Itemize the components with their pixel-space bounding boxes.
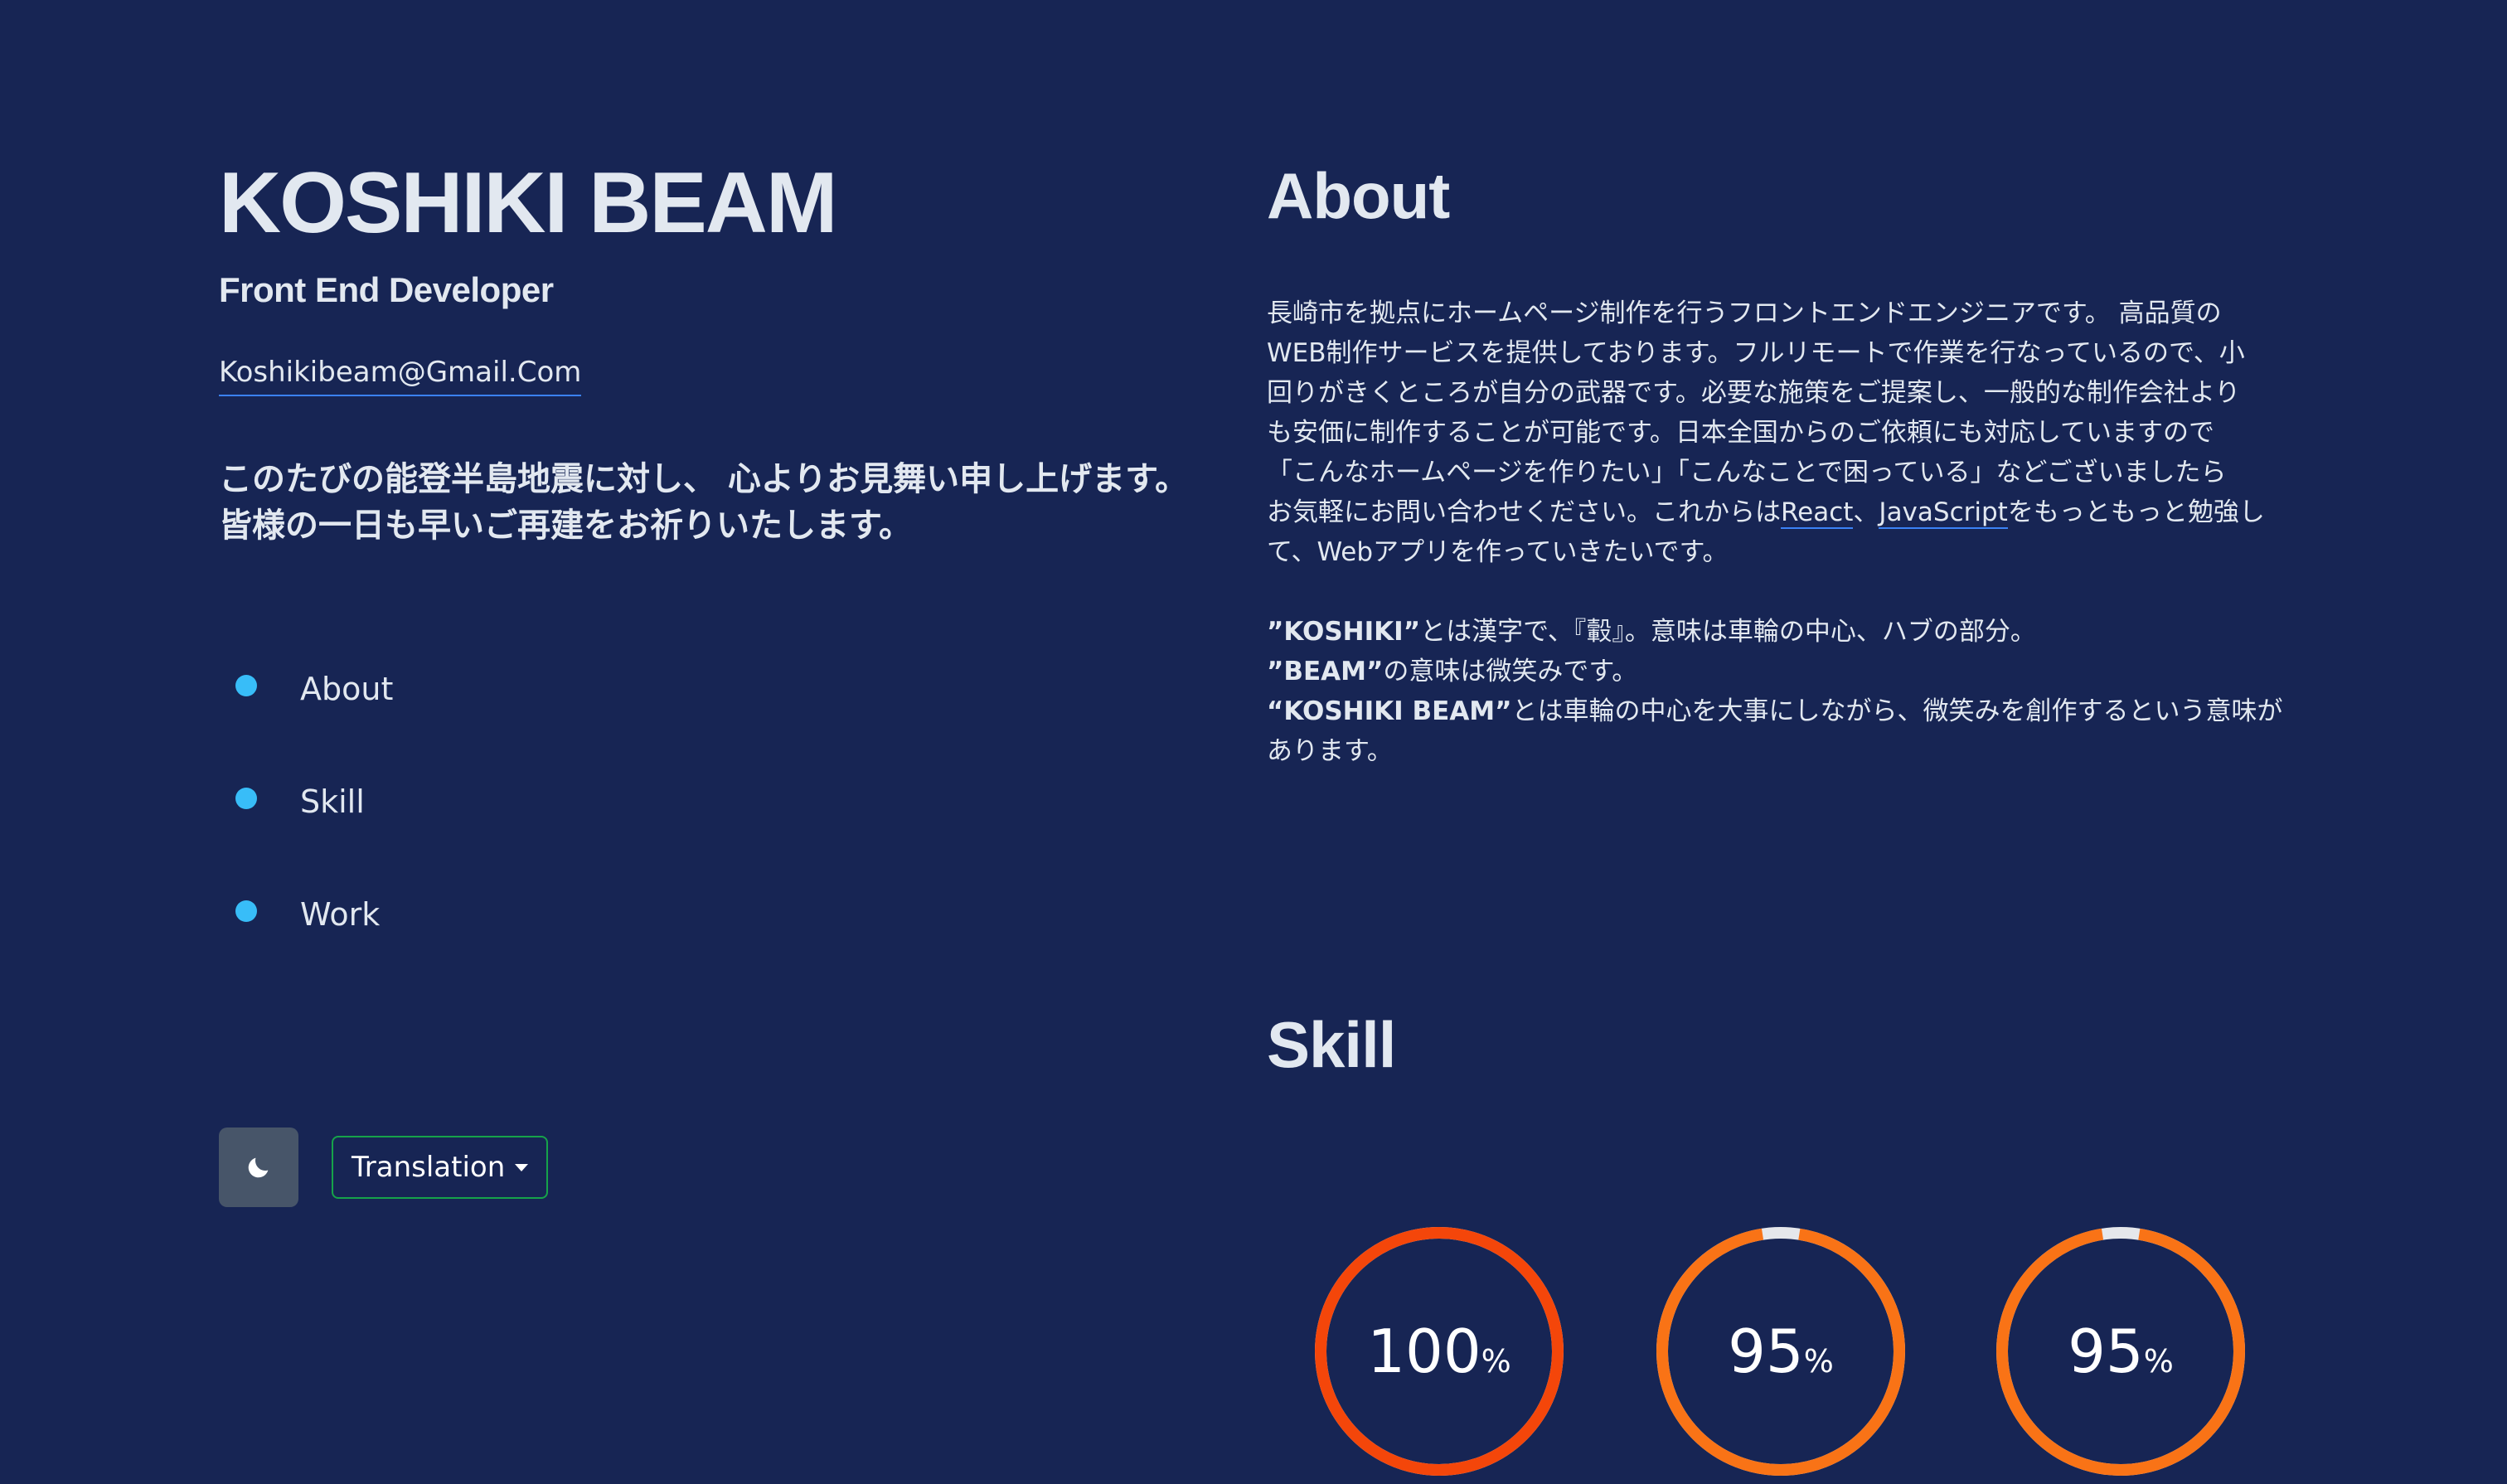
about-text-fragment: をもっともっと勉強し xyxy=(2007,497,2265,527)
skill-ring: 95% xyxy=(1988,1219,2253,1484)
moon-icon xyxy=(248,1157,269,1178)
meaning-text: とは車輪の中心を大事にしながら、微笑みを創作するという意味が xyxy=(1511,696,2283,726)
react-link[interactable]: React xyxy=(1781,497,1854,529)
meaning-text: とは漢字で、『轂』。意味は車輪の中心、ハブの部分。 xyxy=(1420,617,2036,647)
nav-label[interactable]: Work xyxy=(300,894,380,935)
meaning-term: ”BEAM” xyxy=(1267,657,1384,686)
site-title: KOSHIKI BEAM xyxy=(219,155,837,251)
nav-label[interactable]: About xyxy=(300,668,393,710)
meaning-term: “KOSHIKI BEAM” xyxy=(1267,696,1512,726)
translation-label: Translation xyxy=(352,1151,506,1184)
meaning-line: “KOSHIKI BEAM”とは車輪の中心を大事にしながら、微笑みを創作するとい… xyxy=(1267,691,2295,731)
about-separator: 、 xyxy=(1853,497,1879,527)
meaning-line: ”KOSHIKI”とは漢字で、『轂』。意味は車輪の中心、ハブの部分。 xyxy=(1267,612,2295,652)
translation-dropdown-button[interactable]: Translation xyxy=(332,1136,549,1199)
ring-unit: % xyxy=(1803,1343,1834,1380)
ring-label: 95% xyxy=(1988,1310,2253,1393)
condolence-message: このたびの能登半島地震に対し、 心よりお見舞い申し上げます。 皆様の一日も早いご… xyxy=(219,456,1189,549)
javascript-link[interactable]: JavaScript xyxy=(1879,497,2008,529)
nav-label[interactable]: Skill xyxy=(300,781,365,822)
skill-ring: 95% xyxy=(1648,1219,1913,1484)
profile-sidebar: KOSHIKI BEAM Front End Developer Koshiki… xyxy=(219,0,1189,1366)
about-line: 「こんなホームページを作りたい」「こんなことで困っている」などございましたら xyxy=(1267,458,2227,487)
about-line: も安価に制作することが可能です。日本全国からのご依頼にも対応していますので xyxy=(1267,418,2214,448)
dot-icon xyxy=(235,788,257,809)
meaning-term: ”KOSHIKI” xyxy=(1267,617,1421,647)
about-heading: About xyxy=(1267,159,1450,232)
ring-value: 95 xyxy=(1728,1317,1804,1386)
meaning-text: の意味は微笑みです。 xyxy=(1383,657,1638,686)
about-line: 長崎市を拠点にホームページ制作を行うフロントエンドエンジニアです。 高品質の xyxy=(1267,298,2222,328)
dot-icon xyxy=(235,900,257,922)
email-link[interactable]: Koshikibeam@Gmail.Com xyxy=(219,352,582,396)
about-line: て、Webアプリを作っていきたいです。 xyxy=(1267,537,1729,567)
theme-toggle-button[interactable] xyxy=(219,1128,298,1207)
ring-label: 100% xyxy=(1307,1310,1572,1393)
ring-unit: % xyxy=(2143,1343,2174,1380)
ring-value: 95 xyxy=(2068,1317,2144,1386)
ring-label: 95% xyxy=(1648,1310,1913,1393)
skill-ring: 100% xyxy=(1307,1219,1572,1484)
condolence-line: 皆様の一日も早いご再建をお祈りいたします。 xyxy=(219,507,912,545)
about-line: 回りがきくところが自分の武器です。必要な施策をご提案し、一般的な制作会社より xyxy=(1267,378,2241,408)
main-content: About 長崎市を拠点にホームページ制作を行うフロントエンドエンジニアです。 … xyxy=(1267,0,2295,1476)
meaning-line: ”BEAM”の意味は微笑みです。 xyxy=(1267,652,2295,691)
caret-down-icon xyxy=(515,1163,529,1171)
dot-icon xyxy=(235,675,257,696)
meaning-line: あります。 xyxy=(1267,736,1393,766)
ring-value: 100 xyxy=(1367,1317,1481,1386)
about-text-fragment: お気軽にお問い合わせください。これからは xyxy=(1267,497,1781,527)
condolence-line: このたびの能登半島地震に対し、 心よりお見舞い申し上げます。 xyxy=(219,460,1189,498)
skill-charts: 100% 95% 95% xyxy=(1267,1219,2295,1476)
about-line: WEB制作サービスを提供しております。フルリモートで作業を行なっているので、小 xyxy=(1267,338,2245,368)
skill-heading: Skill xyxy=(1267,1008,1396,1081)
about-text: 長崎市を拠点にホームページ制作を行うフロントエンドエンジニアです。 高品質の W… xyxy=(1267,293,2295,771)
ring-unit: % xyxy=(1481,1343,1511,1380)
job-title: Front End Developer xyxy=(219,270,554,309)
about-line: お気軽にお問い合わせください。これからはReact、JavaScriptをもっと… xyxy=(1267,492,2295,532)
